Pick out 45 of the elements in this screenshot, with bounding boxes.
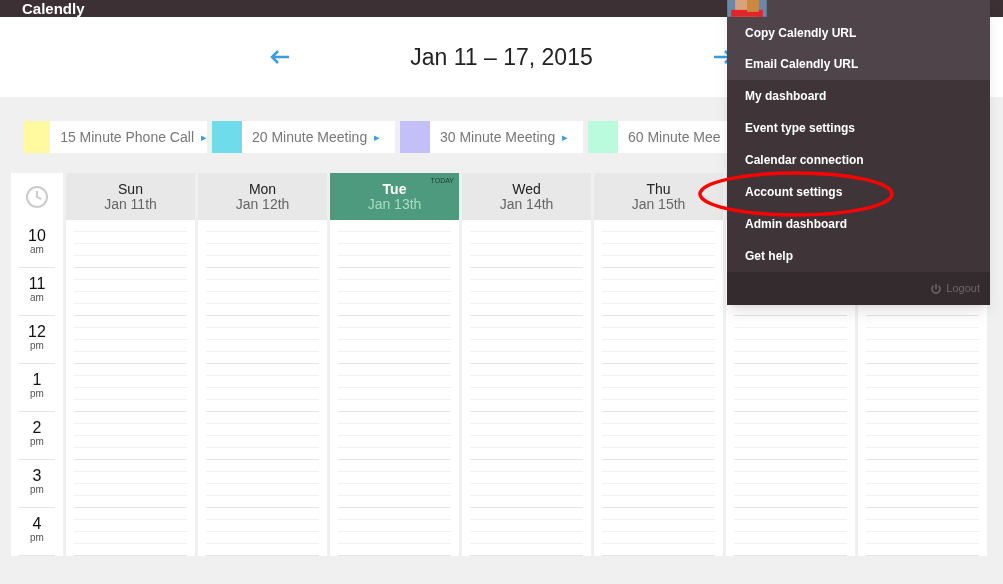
event-type-label: 60 Minute Mee: [628, 127, 721, 147]
hour-label: 12: [28, 324, 46, 340]
menu-item[interactable]: My dashboard: [727, 80, 990, 112]
hour-period: pm: [30, 484, 44, 496]
menu-item[interactable]: Account settings: [727, 176, 990, 208]
menu-item[interactable]: Get help: [727, 240, 990, 272]
day-date: Jan 11th: [104, 196, 157, 212]
week-title: Jan 11 – 17, 2015: [410, 42, 593, 72]
event-type-label: 20 Minute Meeting: [252, 127, 368, 147]
caret-icon: ▸: [374, 128, 381, 146]
hour-period: pm: [30, 340, 44, 352]
caret-icon: ▸: [201, 128, 207, 146]
event-type-card[interactable]: 30 Minute Meeting ▸: [400, 121, 583, 153]
hour-label: 11: [28, 276, 46, 292]
event-type-label: 15 Minute Phone Call: [60, 127, 194, 147]
menu-item[interactable]: Email Calendly URL: [727, 48, 990, 80]
power-icon: [930, 282, 943, 295]
day-name: Thu: [646, 181, 671, 197]
hour-label: 10: [28, 228, 46, 244]
hour-period: pm: [30, 532, 44, 544]
event-type-card[interactable]: 15 Minute Phone Call ▸: [24, 121, 207, 153]
hour-label: 2: [32, 420, 42, 436]
hour-label: 4: [32, 516, 42, 532]
day-name: Tue: [382, 181, 407, 197]
day-date: Jan 13th: [367, 196, 422, 212]
event-type-label: 30 Minute Meeting: [440, 127, 556, 147]
day-name: Wed: [512, 181, 541, 197]
hour-label: 1: [32, 372, 42, 388]
caret-icon: ▸: [562, 128, 569, 146]
day-date: Jan 14th: [499, 196, 554, 212]
clock-icon: [25, 184, 49, 209]
menu-item[interactable]: Copy Calendly URL: [727, 16, 990, 49]
hour-label: 3: [32, 468, 42, 484]
day-date: Jan 12th: [235, 196, 290, 212]
day-name: Mon: [248, 181, 277, 197]
hour-period: pm: [30, 436, 44, 448]
menu-item[interactable]: Admin dashboard: [727, 208, 990, 240]
day-date: Jan 15th: [631, 196, 686, 212]
event-type-card[interactable]: 20 Minute Meeting ▸: [212, 121, 395, 153]
hour-period: am: [30, 244, 44, 256]
hour-period: pm: [30, 388, 44, 400]
day-name: Sun: [118, 181, 143, 197]
arrow-left-icon[interactable]: [270, 50, 291, 64]
hour-period: am: [30, 292, 44, 304]
logo[interactable]: Calendly: [22, 1, 85, 17]
